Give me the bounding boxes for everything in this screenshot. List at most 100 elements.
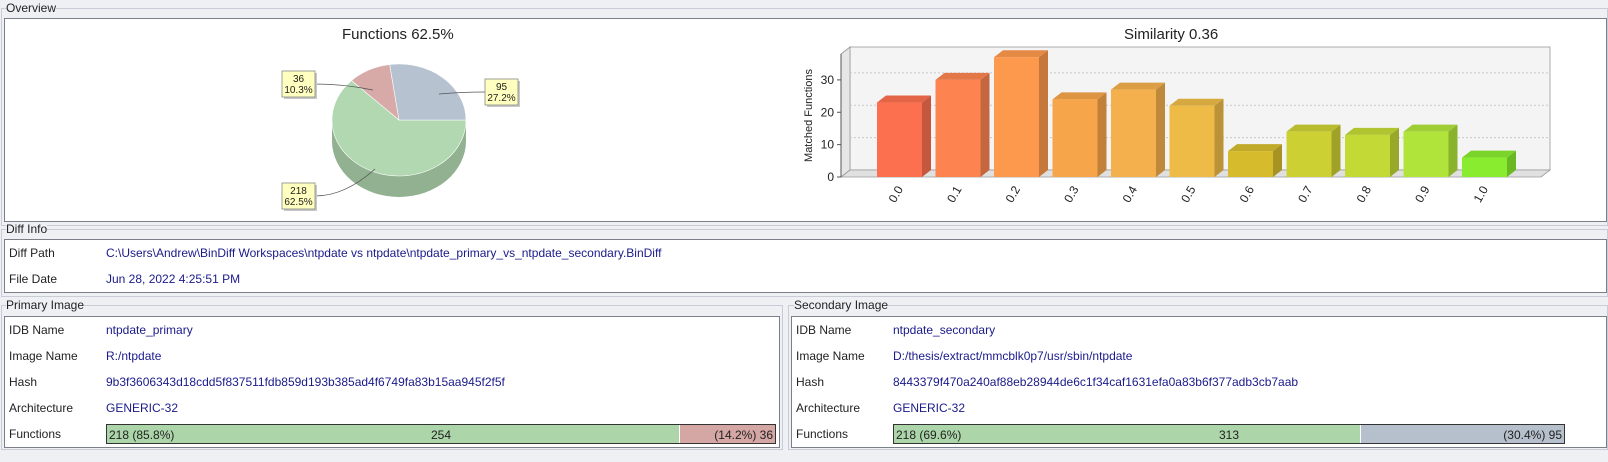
bar-top — [1345, 127, 1399, 135]
primary-functions-row: Functions 218 (85.8%) (14.2%) 36 254 — [5, 421, 779, 447]
bar-top — [1228, 144, 1282, 152]
bar-x-tick-label: 0.4 — [1120, 183, 1141, 205]
secondary-functions-label: Functions — [796, 427, 849, 441]
bar — [1228, 151, 1273, 177]
secondary-hash-label: Hash — [796, 375, 825, 389]
secondary-architecture-row: Architecture GENERIC-32 — [792, 395, 1606, 421]
bar-y-tick-label: 10 — [821, 138, 835, 152]
secondary-idb-name-row: IDB Name ntpdate_secondary — [792, 317, 1606, 343]
bar — [935, 79, 981, 177]
bar-x-tick-label: 0.8 — [1354, 183, 1375, 205]
primary-functions-total: 254 — [430, 428, 452, 442]
primary-architecture-row: Architecture GENERIC-32 — [5, 395, 779, 421]
pie-label-percent: 27.2% — [487, 93, 515, 104]
secondary-image-name-label: Image Name — [796, 349, 865, 363]
file-date-value: Jun 28, 2022 4:25:51 PM — [106, 272, 241, 286]
file-date-label: File Date — [9, 272, 58, 286]
pie-label-count: 95 — [496, 82, 508, 93]
bar-side — [922, 95, 931, 177]
bar-x-tick-label: 0.0 — [886, 183, 907, 205]
overview-title: Overview — [6, 1, 57, 15]
primary-image-name-label: Image Name — [9, 349, 78, 363]
primary-functions-label: Functions — [9, 427, 62, 441]
primary-idb-name-row: IDB Name ntpdate_primary — [5, 317, 779, 343]
bar-chart: 0 10 20 30 Matched Functions 0.0 0.1 0.2 0.3 0.4 0… — [803, 46, 1552, 205]
bar-top — [1286, 124, 1341, 132]
bar-top — [1111, 82, 1165, 90]
pie-label-count: 36 — [293, 74, 305, 85]
bar-x-tick-label: 1.0 — [1471, 183, 1492, 205]
bar-top — [1052, 92, 1107, 100]
secondary-functions-total: 313 — [1218, 428, 1240, 442]
file-date-row: File Date Jun 28, 2022 4:25:51 PM — [5, 266, 1606, 292]
bar-x-tick-label: 0.2 — [1003, 183, 1024, 205]
secondary-hash-value: 8443379f470a240af88eb28944de6c1f34caf163… — [893, 375, 1299, 389]
bar — [877, 102, 922, 177]
secondary-image-panel: IDB Name ntpdate_secondary Image Name D:… — [791, 316, 1607, 448]
diff-info-title: Diff Info — [6, 222, 48, 236]
primary-idb-name-label: IDB Name — [9, 323, 65, 337]
diff-path-row: Diff Path C:\Users\Andrew\BinDiff Worksp… — [5, 240, 1606, 266]
bar-top — [994, 50, 1048, 58]
bar-top — [1169, 98, 1224, 106]
secondary-hash-row: Hash 8443379f470a240af88eb28944de6c1f34c… — [792, 369, 1606, 395]
bar-top — [1462, 150, 1516, 158]
bar-side — [1039, 50, 1048, 177]
diff-path-label: Diff Path — [9, 246, 55, 260]
bar-y-axis-label: Matched Functions — [803, 69, 815, 162]
secondary-idb-name-label: IDB Name — [796, 323, 852, 337]
primary-image-panel: IDB Name ntpdate_primary Image Name R:/n… — [4, 316, 780, 448]
bar — [1111, 89, 1156, 177]
pie-chart: 21862.5% 3610.3% 9527.2% — [281, 63, 520, 211]
secondary-architecture-label: Architecture — [796, 401, 861, 415]
primary-idb-name-value: ntpdate_primary — [106, 323, 193, 337]
primary-image-title: Primary Image — [6, 298, 85, 312]
secondary-image-name-value: D:/thesis/extract/mmcblk0p7/usr/sbin/ntp… — [893, 349, 1133, 363]
bar-side — [1448, 124, 1458, 177]
diff-info-panel: Diff Path C:\Users\Andrew\BinDiff Worksp… — [4, 239, 1607, 293]
primary-hash-row: Hash 9b3f3606343d18cdd5f837511fdb859d193… — [5, 369, 779, 395]
bar-y-tick-label: 30 — [821, 73, 835, 87]
bar — [1169, 105, 1215, 177]
bar — [1286, 131, 1332, 177]
bar-x-tick-label: 0.9 — [1412, 183, 1433, 205]
secondary-architecture-value: GENERIC-32 — [893, 401, 966, 415]
diff-path-value: C:\Users\Andrew\BinDiff Workspaces\ntpda… — [106, 246, 662, 260]
bar-x-tick-label: 0.5 — [1178, 183, 1199, 205]
primary-hash-value: 9b3f3606343d18cdd5f837511fdb859d193b385a… — [106, 375, 505, 389]
primary-architecture-value: GENERIC-32 — [106, 401, 179, 415]
bar-top — [1403, 124, 1458, 132]
bar-side — [1097, 92, 1107, 177]
bar-side — [1390, 127, 1399, 177]
bar-side — [1214, 98, 1224, 177]
pie-slice — [389, 63, 467, 121]
pie-label-percent: 62.5% — [284, 197, 312, 208]
secondary-image-name-row: Image Name D:/thesis/extract/mmcblk0p7/u… — [792, 343, 1606, 369]
bar-side — [1156, 82, 1165, 177]
overview-panel: Functions 62.5% Similarity 0.36 218 62.5%… — [4, 18, 1607, 222]
bar-x-tick-label: 0.6 — [1237, 183, 1258, 205]
bar — [994, 57, 1039, 177]
bar-y-tick-label: 0 — [827, 170, 834, 184]
pie-label-count: 218 — [290, 186, 307, 197]
bar-x-tick-label: 0.1 — [944, 183, 965, 205]
primary-image-name-row: Image Name R:/ntpdate — [5, 343, 779, 369]
bar-side — [980, 72, 990, 177]
bar-x-tick-label: 0.7 — [1295, 183, 1316, 205]
secondary-image-title: Secondary Image — [794, 298, 889, 312]
secondary-functions-row: Functions 218 (69.6%) (30.4%) 95 313 — [792, 421, 1606, 447]
bar-top — [877, 95, 931, 103]
primary-image-name-value: R:/ntpdate — [106, 349, 162, 363]
secondary-functions-bar: 218 (69.6%) (30.4%) 95 313 — [893, 424, 1565, 444]
bar-side-wall — [840, 46, 851, 178]
secondary-idb-name-value: ntpdate_secondary — [893, 323, 996, 337]
primary-architecture-label: Architecture — [9, 401, 74, 415]
bar — [1345, 134, 1390, 177]
bar — [1052, 99, 1098, 177]
primary-functions-bar: 218 (85.8%) (14.2%) 36 254 — [106, 424, 776, 444]
bar-x-tick-label: 0.3 — [1061, 183, 1082, 205]
bar-top — [935, 72, 990, 80]
primary-hash-label: Hash — [9, 375, 38, 389]
bar-side — [1331, 124, 1341, 177]
pie-label-percent: 10.3% — [284, 85, 312, 96]
